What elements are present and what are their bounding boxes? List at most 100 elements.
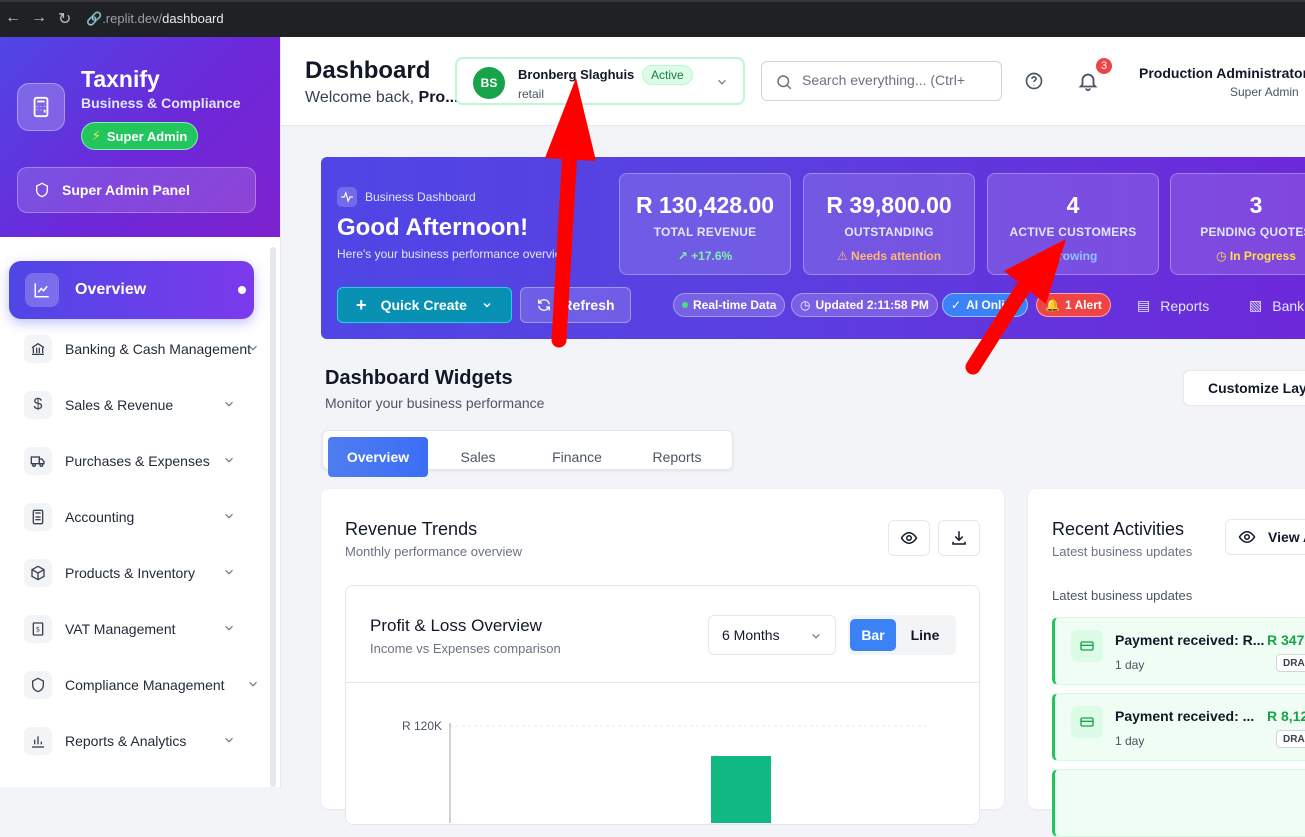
stat-card-pending-quotes[interactable]: 3 PENDING QUOTES ◷ In Progress (1170, 173, 1305, 275)
shield-icon (24, 671, 52, 699)
chevron-down-icon (225, 401, 233, 407)
sidebar-item-label: Sales & Revenue (65, 397, 174, 413)
url-domain: .replit.dev/ (102, 11, 163, 26)
back-icon[interactable]: ← (5, 9, 21, 27)
stat-card-active-customers[interactable]: 4 ACTIVE CUSTOMERS Growing (987, 173, 1159, 275)
period-value: 6 Months (722, 627, 780, 643)
alert-pill[interactable]: 🔔 1 Alert (1036, 293, 1111, 317)
browser-toolbar: ← → ↻ 🔗.replit.dev/dashboard (0, 0, 1305, 37)
activity-time: 1 day (1115, 734, 1145, 748)
widgets-title: Dashboard Widgets (325, 367, 513, 389)
quick-create-label: Quick Create (380, 297, 467, 313)
sidebar-item-label: Overview (75, 281, 147, 298)
address-bar[interactable]: 🔗.replit.dev/dashboard (86, 11, 224, 27)
stat-card-total-revenue[interactable]: R 130,428.00 TOTAL REVENUE ↗ +17.6% (619, 173, 791, 275)
sidebar-item-vat[interactable]: $ VAT Management (24, 609, 264, 649)
page-title: Dashboard (305, 57, 431, 84)
reports-link-label: Reports (1160, 297, 1210, 314)
sidebar-item-label: Reports & Analytics (65, 733, 187, 749)
welcome-username: Pro... (418, 89, 459, 106)
stat-label: OUTSTANDING (844, 225, 934, 239)
activity-amount: R 347. (1267, 632, 1305, 648)
box-icon (24, 559, 52, 587)
search-input[interactable] (802, 72, 992, 88)
sidebar-item-compliance[interactable]: Compliance Management (24, 665, 264, 705)
tab-sales[interactable]: Sales (428, 437, 528, 477)
dollar-icon: $ (24, 391, 52, 419)
company-type: retail (518, 87, 545, 101)
sidebar-item-purchases[interactable]: Purchases & Expenses (24, 441, 264, 481)
reload-icon[interactable]: ↻ (58, 9, 71, 29)
forward-icon[interactable]: → (31, 9, 47, 27)
tab-overview[interactable]: Overview (328, 437, 428, 477)
list-item[interactable] (1052, 769, 1305, 837)
sidebar-item-reports[interactable]: Reports & Analytics (24, 721, 264, 761)
view-button[interactable] (888, 520, 930, 556)
stat-card-outstanding[interactable]: R 39,800.00 OUTSTANDING ⚠ Needs attentio… (803, 173, 975, 275)
reports-link[interactable]: ▤ Reports (1137, 297, 1209, 314)
company-name: Bronberg Slaghuis (518, 67, 635, 82)
period-select[interactable]: 6 Months (708, 615, 836, 655)
eye-icon (900, 531, 918, 545)
view-all-button[interactable]: View All (1225, 519, 1305, 555)
stat-value: R 130,428.00 (635, 192, 775, 218)
company-avatar: BS (473, 67, 505, 99)
card-subtitle: Latest business updates (1052, 544, 1193, 559)
stat-status: ◷ In Progress (1171, 249, 1305, 263)
chart-title: Profit & Loss Overview (370, 616, 542, 635)
download-button[interactable] (938, 520, 980, 556)
sidebar-item-banking[interactable]: Banking & Cash Management (24, 329, 264, 369)
list-item[interactable]: Payment received: R... R 347. 1 day DRAF… (1052, 617, 1305, 685)
chevron-down-icon (225, 569, 233, 575)
stat-value: 3 (1249, 192, 1263, 218)
refresh-button[interactable]: Refresh (520, 287, 631, 323)
income-bar[interactable] (711, 756, 771, 823)
pill-label: Updated 2:11:58 PM (815, 298, 929, 312)
revenue-trends-card: Revenue Trends Monthly performance overv… (321, 489, 1004, 825)
sidebar-item-accounting[interactable]: Accounting (24, 497, 264, 537)
receipt-icon: ▧ (1249, 297, 1263, 313)
notification-count-badge: 3 (1094, 56, 1114, 76)
bell-icon[interactable] (1077, 70, 1099, 92)
super-admin-panel-button[interactable]: Super Admin Panel (17, 167, 256, 213)
company-selector[interactable]: BS Bronberg Slaghuis Active retail (455, 57, 745, 105)
list-item[interactable]: Payment received: ... R 8,125. 1 day DRA… (1052, 693, 1305, 761)
pill-label: Real-time Data (693, 298, 777, 312)
line-chart-icon (25, 273, 59, 307)
customize-layout-button[interactable]: Customize Layout (1183, 370, 1305, 406)
active-indicator (238, 286, 246, 294)
super-admin-panel-label: Super Admin Panel (62, 182, 190, 198)
card-subtitle: Monthly performance overview (345, 544, 523, 559)
live-dot-icon (682, 302, 688, 308)
banking-link-label: Banking (1272, 297, 1305, 314)
credit-card-icon (1071, 630, 1103, 662)
tab-finance[interactable]: Finance (527, 437, 627, 477)
status-badge: DRAFT (1276, 654, 1305, 672)
chevron-down-icon (483, 302, 491, 308)
help-circle-icon[interactable] (1024, 71, 1044, 91)
tab-reports[interactable]: Reports (627, 437, 727, 477)
welcome-message: Welcome back, Pro... (305, 89, 459, 107)
ai-status-pill: ✓ AI Online (942, 293, 1028, 317)
stat-label: ACTIVE CUSTOMERS (1009, 225, 1137, 239)
sidebar-item-overview[interactable]: Overview (9, 261, 254, 319)
bank-icon (24, 335, 52, 363)
recent-activities-card: Recent Activities Latest business update… (1028, 489, 1305, 837)
global-search[interactable] (761, 61, 1002, 101)
banking-link[interactable]: ▧ Banking (1249, 297, 1305, 314)
chevron-down-icon (249, 681, 257, 687)
user-name[interactable]: Production Administrator (1139, 65, 1305, 81)
lightning-icon: ⚡ (91, 128, 101, 143)
sidebar-item-sales[interactable]: $ Sales & Revenue (24, 385, 264, 425)
sidebar-item-products[interactable]: Products & Inventory (24, 553, 264, 593)
svg-text:$: $ (36, 626, 40, 634)
sidebar-item-label: Banking & Cash Management (65, 341, 251, 357)
sidebar-item-label: Purchases & Expenses (65, 453, 210, 469)
last-updated-pill: ◷ Updated 2:11:58 PM (791, 293, 938, 317)
quick-create-button[interactable]: + Quick Create (337, 287, 512, 323)
line-toggle-button[interactable]: Line (902, 619, 948, 651)
sidebar-scrollbar[interactable] (270, 247, 276, 787)
sidebar-item-label: Accounting (65, 509, 135, 525)
bar-toggle-button[interactable]: Bar (850, 619, 896, 651)
sidebar-item-label: Compliance Management (65, 677, 225, 693)
